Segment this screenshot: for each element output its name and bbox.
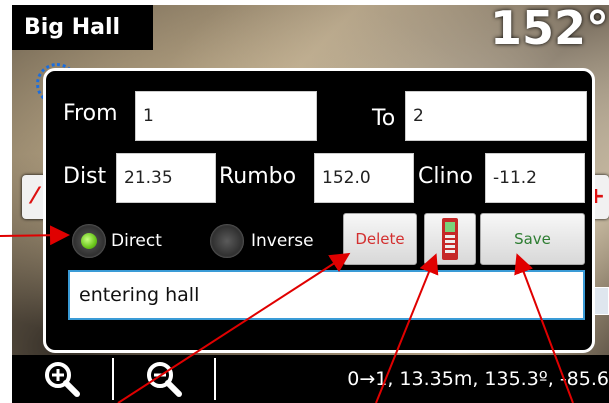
toolbar-divider bbox=[214, 358, 216, 400]
zoom-in-icon bbox=[45, 362, 80, 397]
bottom-toolbar: 0→1, 13.35m, 135.3º, -85.6 bbox=[12, 355, 609, 403]
direct-radio[interactable] bbox=[72, 224, 106, 258]
direct-label[interactable]: Direct bbox=[111, 231, 162, 251]
title-bar: Big Hall bbox=[12, 5, 153, 50]
rumbo-label: Rumbo bbox=[219, 164, 297, 189]
to-field[interactable]: 2 bbox=[405, 91, 587, 141]
clino-label: Clino bbox=[418, 164, 473, 189]
from-field[interactable]: 1 bbox=[135, 91, 317, 141]
comment-field[interactable]: entering hall bbox=[68, 270, 585, 320]
delete-button-label: Delete bbox=[355, 230, 405, 248]
disto-device-icon bbox=[442, 218, 458, 260]
heading-readout: 152° bbox=[489, 5, 609, 55]
shot-edit-dialog: From 1 To 2 Dist 21.35 Rumbo 152.0 Clino… bbox=[43, 68, 595, 353]
dist-label: Dist bbox=[63, 164, 107, 189]
dist-field[interactable]: 21.35 bbox=[116, 153, 216, 203]
zoom-in-button[interactable] bbox=[12, 355, 112, 403]
clino-field[interactable]: -11.2 bbox=[485, 153, 585, 203]
rumbo-field[interactable]: 152.0 bbox=[314, 153, 414, 203]
zoom-out-icon bbox=[147, 362, 182, 397]
cave-map-view[interactable]: Big Hall 152° ⁄ + From 1 To 2 Dist 21.35… bbox=[12, 5, 609, 403]
inverse-label[interactable]: Inverse bbox=[251, 231, 314, 251]
inverse-radio[interactable] bbox=[210, 224, 244, 258]
delete-button[interactable]: Delete bbox=[343, 213, 417, 265]
save-button-label: Save bbox=[514, 230, 551, 248]
radio-selected-dot bbox=[81, 233, 97, 249]
from-label: From bbox=[63, 101, 118, 126]
last-shot-status: 0→1, 13.35m, 135.3º, -85.6 bbox=[347, 368, 609, 390]
zoom-out-button[interactable] bbox=[114, 355, 214, 403]
save-button[interactable]: Save bbox=[480, 213, 585, 265]
disto-device-button[interactable] bbox=[424, 213, 476, 265]
to-label: To bbox=[372, 106, 396, 131]
